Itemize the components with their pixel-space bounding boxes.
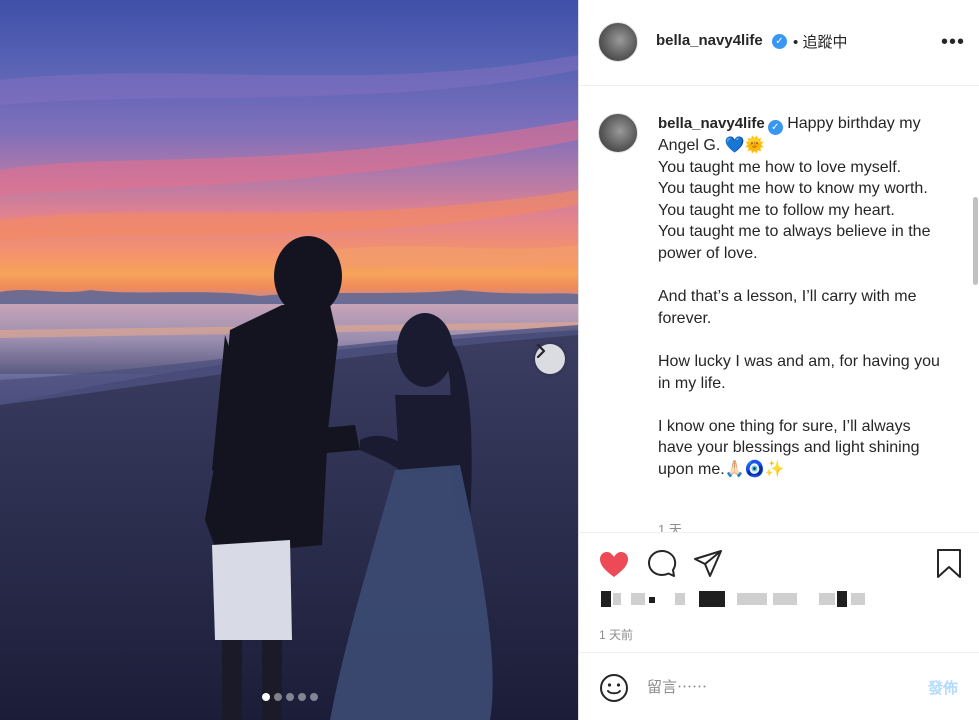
caption-line: How lucky I was and am, for having you i… xyxy=(658,352,940,392)
liked-by-pixelated xyxy=(601,591,871,609)
post-timestamp[interactable]: 1 天前 xyxy=(599,626,633,643)
separator-dot: • xyxy=(793,34,799,51)
avatar[interactable] xyxy=(598,113,638,153)
ellipsis-icon[interactable]: ••• xyxy=(941,31,965,54)
post-actions: 1 天前 xyxy=(579,532,979,652)
comments-scrollbar[interactable] xyxy=(973,197,978,285)
caption-username[interactable]: bella_navy4life xyxy=(658,115,765,132)
post-header: bella_navy4life ✓ • 追蹤中 ••• xyxy=(579,0,979,86)
chevron-right-icon xyxy=(536,344,546,358)
next-slide-button[interactable] xyxy=(535,344,565,374)
caption-age: 1 天 xyxy=(658,522,682,532)
post-side-panel: bella_navy4life ✓ • 追蹤中 ••• bella_navy4l… xyxy=(578,0,979,720)
carousel-dot xyxy=(262,693,270,701)
caption-line: And that’s a lesson, I’ll carry with me … xyxy=(658,288,917,327)
paper-plane-icon[interactable] xyxy=(693,549,723,579)
carousel-dot xyxy=(310,693,318,701)
heart-filled-icon[interactable] xyxy=(599,551,629,579)
caption-line: You taught me to always believe in the p… xyxy=(658,223,931,262)
carousel-dot xyxy=(274,693,282,701)
comment-bubble-icon[interactable] xyxy=(647,549,677,579)
caption-line: You taught me how to know my worth. xyxy=(658,180,928,198)
comment-input[interactable] xyxy=(647,673,907,701)
carousel-dot xyxy=(298,693,306,701)
bookmark-icon[interactable] xyxy=(935,548,963,579)
carousel-dot xyxy=(286,693,294,701)
avatar[interactable] xyxy=(598,22,638,62)
caption-line: I know one thing for sure, I’ll always h… xyxy=(658,417,920,478)
follow-status-button[interactable]: • 追蹤中 xyxy=(793,31,847,52)
carousel-indicator xyxy=(262,693,318,701)
header-username[interactable]: bella_navy4life xyxy=(656,32,763,49)
comments-area[interactable]: bella_navy4life ✓ Happy birthday my Angel… xyxy=(579,87,979,532)
caption: bella_navy4life ✓ Happy birthday my Angel… xyxy=(658,113,948,481)
smiley-icon[interactable] xyxy=(599,673,629,703)
post-comment-button[interactable]: 發佈 xyxy=(928,677,958,698)
follow-status-label: 追蹤中 xyxy=(802,34,848,51)
post-photo xyxy=(0,0,578,720)
comment-composer: 發佈 xyxy=(579,652,979,720)
caption-line: You taught me how to love myself. xyxy=(658,158,902,176)
verified-check-icon: ✓ xyxy=(767,120,783,135)
caption-line: bella_navy4life ✓ Happy birthday my Angel… xyxy=(658,113,948,157)
sunset-beach-image xyxy=(0,55,578,720)
verified-check-icon: ✓ xyxy=(772,34,787,49)
caption-line: You taught me to follow my heart. xyxy=(658,201,895,219)
